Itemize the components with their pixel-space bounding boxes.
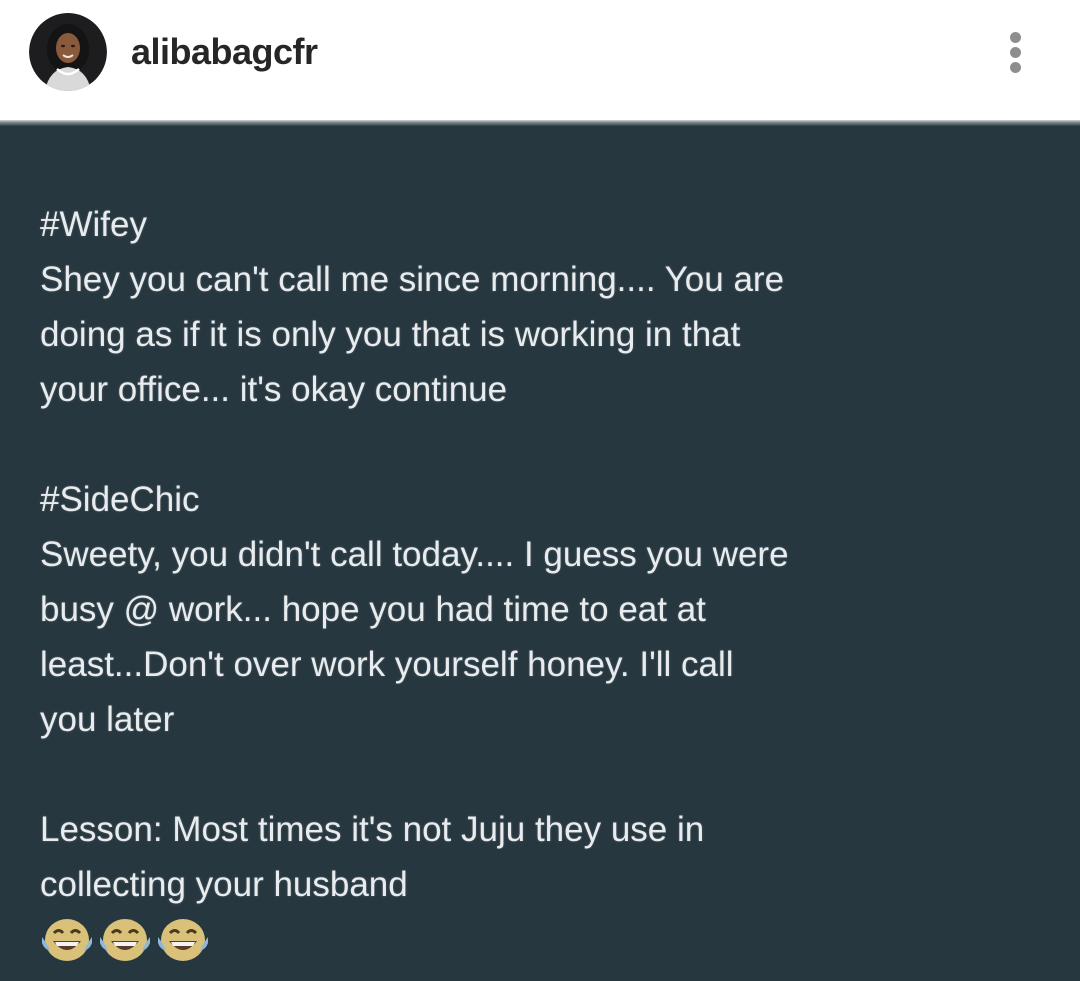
username-link[interactable]: alibabagcfr [131, 30, 318, 74]
emoji-row [40, 912, 1070, 968]
laughing-tears-icon [156, 915, 210, 965]
sidechic-line: busy @ work... hope you had time to eat … [40, 590, 706, 629]
profile-avatar[interactable] [29, 13, 107, 91]
sidechic-line: you later [40, 700, 175, 739]
wifey-line: Shey you can't call me since morning....… [40, 260, 785, 299]
post-image: #Wifey Shey you can't call me since morn… [0, 120, 1080, 981]
post-caption-text: #Wifey Shey you can't call me since morn… [40, 197, 1070, 968]
wifey-line: your office... it's okay continue [40, 370, 508, 409]
lesson-line: Lesson: Most times it's not Juju they us… [40, 810, 705, 849]
sidechic-line: least...Don't over work yourself honey. … [40, 645, 734, 684]
sidechic-tag: #SideChic [40, 480, 200, 519]
image-border [0, 120, 1080, 126]
sidechic-line: Sweety, you didn't call today.... I gues… [40, 535, 789, 574]
laughing-tears-icon [40, 915, 94, 965]
wifey-tag: #Wifey [40, 205, 147, 244]
laughing-tears-icon [98, 915, 152, 965]
wifey-line: doing as if it is only you that is worki… [40, 315, 741, 354]
post-header: alibabagcfr [0, 0, 1080, 120]
lesson-line: collecting your husband [40, 865, 408, 904]
more-options-icon[interactable] [996, 24, 1036, 80]
